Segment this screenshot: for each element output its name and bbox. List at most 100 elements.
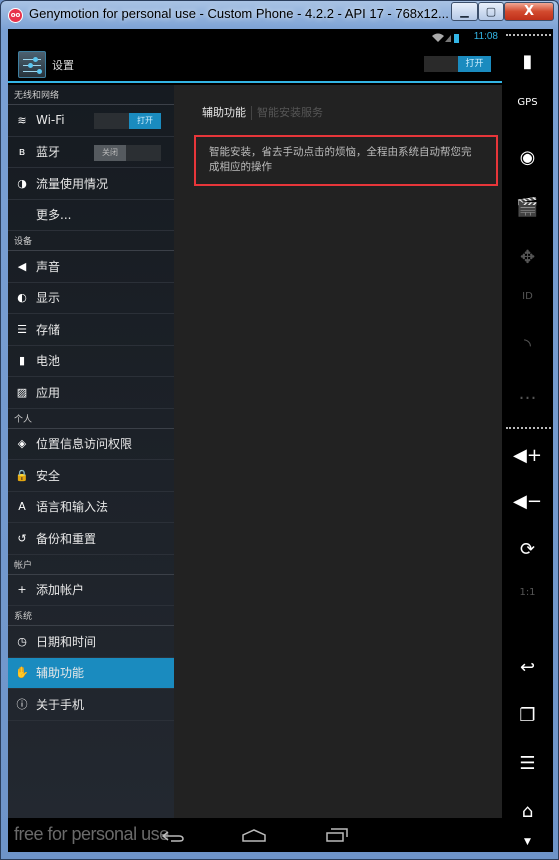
sidebar-item-label: 日期和时间 [36,634,97,649]
settings-app-icon[interactable] [18,51,46,78]
toggle-label: 关闭 [94,144,126,161]
toggle-label: 打开 [129,113,161,129]
content-pane: 辅助功能 智能安装服务 智能安装，省去手动点击的烦恼，全程由系统自动帮您完成相应的… [174,85,502,818]
sidebar-item-label: 添加帐户 [36,583,85,598]
sidebar-item[interactable]: ◑ 流量使用情况 [8,168,174,200]
sidebar-item[interactable]: ◀ 声音 [8,251,174,283]
section-header: 设备 [8,231,174,251]
sidebar-item[interactable]: ↺ 备份和重置 [8,523,174,555]
watermark: free for personal use [14,824,169,844]
home-nav-icon[interactable] [242,829,266,842]
service-description: 智能安装，省去手动点击的烦恼，全程由系统自动帮您完成相应的操作 [209,146,472,173]
sms-button[interactable]: … [502,383,553,404]
info-icon: ⓘ [16,698,28,712]
window-title: Genymotion for personal use - Custom Pho… [29,6,449,21]
volume-up-button[interactable]: ◀+ [502,445,553,466]
service-description-box: 智能安装，省去手动点击的烦恼，全程由系统自动帮您完成相应的操作 [194,135,498,186]
sidebar-item[interactable]: 更多... [8,200,174,231]
gps-widget-button[interactable]: GPS [502,97,553,108]
sidebar-item[interactable]: ▮ 电池 [8,346,174,377]
sound-icon: ◀ [17,259,27,273]
minimize-button[interactable]: ▁ [451,2,478,21]
recent-apps-button[interactable]: ❐ [502,705,553,726]
display-icon: ◐ [17,291,27,305]
remote-control-button[interactable]: ✥ [502,247,553,268]
volume-down-button[interactable]: ◀− [502,491,553,512]
network-button[interactable]: ◝ [502,335,553,356]
rotate-button[interactable]: ⟳ [502,539,553,560]
maximize-button[interactable]: ▢ [478,2,504,21]
storage-icon: ☰ [17,322,27,336]
status-time: 11:08 [473,31,498,42]
device-id-button[interactable]: ID [502,291,553,302]
genymotion-logo-icon: oo [8,8,23,23]
toggle-switch[interactable]: 关闭 [94,144,161,161]
sidebar-item[interactable]: A 语言和输入法 [8,492,174,523]
breadcrumb: 辅助功能 智能安装服务 [202,104,323,120]
page-title: 设置 [52,59,74,72]
clock-icon: ◷ [17,634,27,648]
sidebar-item-label: 位置信息访问权限 [36,437,133,452]
genymotion-toolbar: ▮ GPS ◉ 🎬 ✥ ID ◝ … ◀+ ◀− ⟳ 1:1 ↩ ❐ ☰ ⌂ ▼ [502,29,553,852]
backup-icon: ↺ [17,531,27,545]
close-button[interactable]: X [504,2,554,21]
lock-icon: 🔒 [15,468,29,482]
screencast-button[interactable]: 🎬 [502,197,553,218]
sidebar-item[interactable]: 🔒 安全 [8,460,174,492]
sidebar-item-label: 电池 [36,354,61,369]
section-header: 个人 [8,409,174,429]
camera-widget-button[interactable]: ◉ [502,147,553,168]
section-header: 系统 [8,606,174,626]
sidebar-item[interactable]: ✋ 辅助功能 [8,657,174,689]
add-icon: + [17,583,27,597]
hand-icon: ✋ [15,666,29,680]
sidebar-item[interactable]: ▨ 应用 [8,377,174,409]
data-usage-icon: ◑ [17,176,27,190]
section-header: 帐户 [8,555,174,575]
expand-toolbar-icon[interactable]: ▼ [502,837,553,847]
breadcrumb-parent[interactable]: 辅助功能 [202,106,246,119]
sidebar-item[interactable]: ◐ 显示 [8,283,174,314]
sidebar-item-label: 显示 [36,291,61,306]
location-icon: ◈ [17,437,27,451]
section-header: 无线和网络 [8,85,174,105]
device-screen: 11:08 设置 打开 无线和网络 ≋ Wi-Fi 打开 ʙ 蓝牙 关闭 ◑ 流量使用情况 更多.… [8,29,502,852]
title-bar[interactable]: oo Genymotion for personal use - Custom … [1,1,559,29]
wifi-signal-battery-icon [432,33,459,43]
pixel-perfect-button[interactable]: 1:1 [502,587,553,598]
switch-label: 打开 [458,56,491,72]
sidebar-item-label: 应用 [36,385,61,400]
sidebar-item-label: 蓝牙 [36,145,61,160]
bluetooth-icon: ʙ [18,145,26,159]
battery-icon: ▮ [18,354,26,368]
toggle-switch[interactable]: 打开 [94,113,161,129]
sidebar-item-label: 安全 [36,468,61,483]
sidebar-item-label: Wi-Fi [36,113,65,128]
sidebar-item[interactable]: ≋ Wi-Fi 打开 [8,105,174,137]
home-button[interactable]: ⌂ [502,801,553,822]
language-icon: A [18,500,26,514]
battery-widget-button[interactable]: ▮ [502,51,553,72]
sidebar-item[interactable]: ◈ 位置信息访问权限 [8,429,174,460]
menu-button[interactable]: ☰ [502,753,553,774]
breadcrumb-current: 智能安装服务 [257,106,323,119]
sidebar-item[interactable]: ⓘ 关于手机 [8,689,174,721]
wifi-icon: ≋ [17,113,27,127]
sidebar-item-label: 关于手机 [36,697,85,712]
accessibility-master-switch[interactable]: 打开 [424,56,491,72]
emulator-window: oo Genymotion for personal use - Custom … [0,0,559,860]
sidebar-item[interactable]: ☰ 存储 [8,314,174,346]
status-bar: 11:08 [8,29,502,47]
sidebar-item-label: 更多... [36,208,72,223]
apps-icon: ▨ [16,385,28,399]
sidebar-item-label: 声音 [36,259,61,274]
sidebar-item-label: 流量使用情况 [36,176,109,191]
back-button[interactable]: ↩ [502,657,553,678]
action-bar: 设置 打开 [8,47,502,83]
recents-nav-icon[interactable] [326,828,348,842]
sidebar-item-label: 辅助功能 [36,666,85,681]
sidebar-item[interactable]: ʙ 蓝牙 关闭 [8,137,174,168]
back-nav-icon[interactable] [162,830,184,842]
sidebar-item[interactable]: + 添加帐户 [8,575,174,606]
sidebar-item[interactable]: ◷ 日期和时间 [8,626,174,658]
